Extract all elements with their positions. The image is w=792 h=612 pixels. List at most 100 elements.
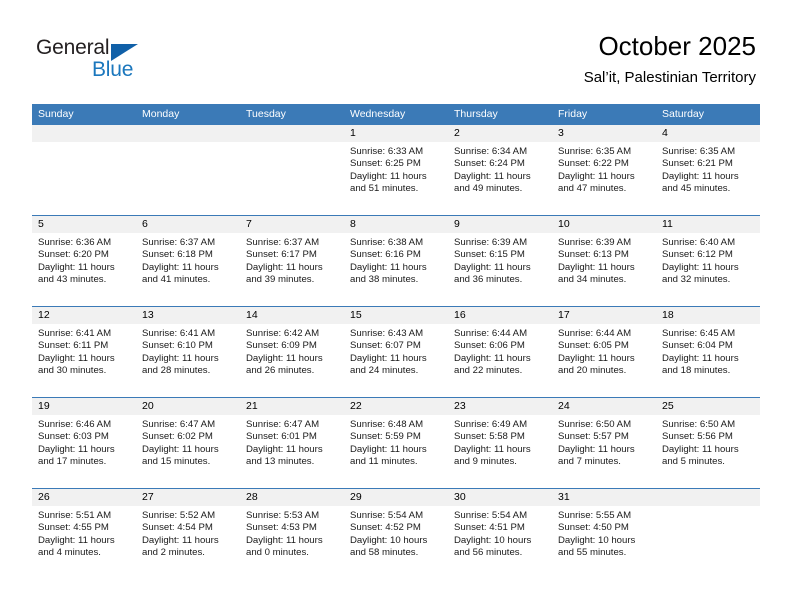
day-number: 13 bbox=[136, 307, 240, 324]
day-cell[interactable]: 11 Sunrise: 6:40 AM Sunset: 6:12 PM Dayligh… bbox=[656, 216, 760, 306]
day-detail-line: Sunset: 4:53 PM bbox=[246, 522, 317, 534]
day-detail-line: and 9 minutes. bbox=[454, 455, 517, 467]
day-detail-line: Sunset: 6:17 PM bbox=[246, 249, 317, 261]
day-detail-line: Sunset: 5:59 PM bbox=[350, 431, 421, 443]
day-cell[interactable]: 14 Sunrise: 6:42 AM Sunset: 6:09 PM Dayligh… bbox=[240, 307, 344, 397]
week-row: 19 Sunrise: 6:46 AM Sunset: 6:03 PM Dayligh… bbox=[32, 397, 760, 488]
day-detail-line: and 34 minutes. bbox=[558, 273, 627, 285]
day-number: 28 bbox=[240, 489, 344, 506]
day-details: Sunrise: 5:54 AM Sunset: 4:51 PM Daylight:… bbox=[448, 506, 552, 559]
day-detail-line: Sunset: 6:18 PM bbox=[142, 249, 213, 261]
day-details bbox=[32, 142, 136, 146]
day-detail-line: Daylight: 11 hours bbox=[142, 443, 219, 455]
day-detail-line: and 55 minutes. bbox=[558, 546, 627, 558]
day-detail-line: Daylight: 11 hours bbox=[558, 170, 635, 182]
day-detail-line: Daylight: 11 hours bbox=[246, 261, 323, 273]
day-detail-line: Daylight: 11 hours bbox=[558, 352, 635, 364]
day-number bbox=[32, 125, 136, 142]
day-number: 21 bbox=[240, 398, 344, 415]
day-cell[interactable]: 26 Sunrise: 5:51 AM Sunset: 4:55 PM Dayligh… bbox=[32, 489, 136, 579]
day-detail-line: Daylight: 10 hours bbox=[454, 534, 532, 546]
day-cell[interactable]: 10 Sunrise: 6:39 AM Sunset: 6:13 PM Dayligh… bbox=[552, 216, 656, 306]
week-row: 1 Sunrise: 6:33 AM Sunset: 6:25 PM Daylight… bbox=[32, 125, 760, 215]
day-details bbox=[240, 142, 344, 146]
day-cell[interactable]: 8 Sunrise: 6:38 AM Sunset: 6:16 PM Daylight… bbox=[344, 216, 448, 306]
day-cell[interactable]: 29 Sunrise: 5:54 AM Sunset: 4:52 PM Dayligh… bbox=[344, 489, 448, 579]
day-cell[interactable]: 7 Sunrise: 6:37 AM Sunset: 6:17 PM Daylight… bbox=[240, 216, 344, 306]
day-details: Sunrise: 6:45 AM Sunset: 6:04 PM Daylight:… bbox=[656, 324, 760, 377]
day-number bbox=[656, 489, 760, 506]
day-detail-line: Daylight: 11 hours bbox=[246, 534, 323, 546]
day-detail-line: Daylight: 11 hours bbox=[558, 261, 635, 273]
day-detail-line: and 22 minutes. bbox=[454, 364, 523, 376]
day-detail-line: Sunset: 4:52 PM bbox=[350, 522, 421, 534]
day-cell[interactable]: 13 Sunrise: 6:41 AM Sunset: 6:10 PM Dayligh… bbox=[136, 307, 240, 397]
day-details: Sunrise: 6:39 AM Sunset: 6:15 PM Daylight:… bbox=[448, 233, 552, 286]
day-detail-line: and 36 minutes. bbox=[454, 273, 523, 285]
day-cell[interactable]: 31 Sunrise: 5:55 AM Sunset: 4:50 PM Dayligh… bbox=[552, 489, 656, 579]
day-cell[interactable]: 2 Sunrise: 6:34 AM Sunset: 6:24 PM Daylight… bbox=[448, 125, 552, 215]
day-details: Sunrise: 5:55 AM Sunset: 4:50 PM Daylight:… bbox=[552, 506, 656, 559]
weekday-header-tuesday: Tuesday bbox=[246, 108, 286, 120]
day-number: 11 bbox=[656, 216, 760, 233]
day-cell[interactable]: 3 Sunrise: 6:35 AM Sunset: 6:22 PM Daylight… bbox=[552, 125, 656, 215]
day-cell-empty bbox=[136, 125, 240, 215]
day-detail-line: and 58 minutes. bbox=[350, 546, 419, 558]
day-cell[interactable]: 24 Sunrise: 6:50 AM Sunset: 5:57 PM Dayligh… bbox=[552, 398, 656, 488]
day-detail-line: and 5 minutes. bbox=[662, 455, 725, 467]
day-number: 30 bbox=[448, 489, 552, 506]
day-detail-line: Sunrise: 6:47 AM bbox=[246, 419, 320, 430]
day-detail-line: Daylight: 11 hours bbox=[662, 261, 739, 273]
day-cell[interactable]: 18 Sunrise: 6:45 AM Sunset: 6:04 PM Dayligh… bbox=[656, 307, 760, 397]
day-detail-line: and 0 minutes. bbox=[246, 546, 309, 558]
day-number: 9 bbox=[448, 216, 552, 233]
general-blue-logo[interactable]: General Blue bbox=[36, 36, 246, 90]
weekday-header-sunday: Sunday bbox=[38, 108, 74, 120]
day-cell[interactable]: 12 Sunrise: 6:41 AM Sunset: 6:11 PM Dayligh… bbox=[32, 307, 136, 397]
day-number: 20 bbox=[136, 398, 240, 415]
day-cell[interactable]: 15 Sunrise: 6:43 AM Sunset: 6:07 PM Dayligh… bbox=[344, 307, 448, 397]
day-cell[interactable]: 6 Sunrise: 6:37 AM Sunset: 6:18 PM Daylight… bbox=[136, 216, 240, 306]
day-cell[interactable]: 17 Sunrise: 6:44 AM Sunset: 6:05 PM Dayligh… bbox=[552, 307, 656, 397]
day-cell[interactable]: 21 Sunrise: 6:47 AM Sunset: 6:01 PM Dayligh… bbox=[240, 398, 344, 488]
day-cell[interactable]: 5 Sunrise: 6:36 AM Sunset: 6:20 PM Daylight… bbox=[32, 216, 136, 306]
day-detail-line: Sunrise: 6:48 AM bbox=[350, 419, 424, 430]
day-details: Sunrise: 6:36 AM Sunset: 6:20 PM Daylight:… bbox=[32, 233, 136, 286]
day-details: Sunrise: 6:34 AM Sunset: 6:24 PM Daylight:… bbox=[448, 142, 552, 195]
day-cell[interactable]: 19 Sunrise: 6:46 AM Sunset: 6:03 PM Dayligh… bbox=[32, 398, 136, 488]
day-detail-line: Daylight: 11 hours bbox=[350, 352, 427, 364]
day-cell[interactable]: 20 Sunrise: 6:47 AM Sunset: 6:02 PM Dayligh… bbox=[136, 398, 240, 488]
day-number: 24 bbox=[552, 398, 656, 415]
day-detail-line: Sunset: 6:01 PM bbox=[246, 431, 317, 443]
day-detail-line: Sunrise: 6:38 AM bbox=[350, 237, 424, 248]
day-cell[interactable]: 9 Sunrise: 6:39 AM Sunset: 6:15 PM Daylight… bbox=[448, 216, 552, 306]
day-details: Sunrise: 6:35 AM Sunset: 6:22 PM Daylight:… bbox=[552, 142, 656, 195]
day-cell[interactable]: 4 Sunrise: 6:35 AM Sunset: 6:21 PM Daylight… bbox=[656, 125, 760, 215]
day-details bbox=[656, 506, 760, 510]
day-detail-line: Sunset: 6:03 PM bbox=[38, 431, 109, 443]
day-number: 22 bbox=[344, 398, 448, 415]
day-cell-empty bbox=[240, 125, 344, 215]
day-cell[interactable]: 16 Sunrise: 6:44 AM Sunset: 6:06 PM Dayligh… bbox=[448, 307, 552, 397]
day-cell[interactable]: 23 Sunrise: 6:49 AM Sunset: 5:58 PM Dayligh… bbox=[448, 398, 552, 488]
day-detail-line: Daylight: 11 hours bbox=[38, 534, 115, 546]
day-cell[interactable]: 27 Sunrise: 5:52 AM Sunset: 4:54 PM Dayligh… bbox=[136, 489, 240, 579]
day-cell[interactable]: 1 Sunrise: 6:33 AM Sunset: 6:25 PM Daylight… bbox=[344, 125, 448, 215]
title-block: October 2025 Sal’it, Palestinian Territo… bbox=[584, 30, 756, 88]
day-cell-empty bbox=[32, 125, 136, 215]
day-details bbox=[136, 142, 240, 146]
day-number: 8 bbox=[344, 216, 448, 233]
day-details: Sunrise: 6:42 AM Sunset: 6:09 PM Daylight:… bbox=[240, 324, 344, 377]
week-row: 12 Sunrise: 6:41 AM Sunset: 6:11 PM Dayligh… bbox=[32, 306, 760, 397]
day-detail-line: Sunset: 6:20 PM bbox=[38, 249, 109, 261]
day-cell[interactable]: 25 Sunrise: 6:50 AM Sunset: 5:56 PM Dayligh… bbox=[656, 398, 760, 488]
day-cell[interactable]: 28 Sunrise: 5:53 AM Sunset: 4:53 PM Dayligh… bbox=[240, 489, 344, 579]
day-detail-line: Daylight: 11 hours bbox=[142, 352, 219, 364]
day-cell[interactable]: 22 Sunrise: 6:48 AM Sunset: 5:59 PM Dayligh… bbox=[344, 398, 448, 488]
day-cell[interactable]: 30 Sunrise: 5:54 AM Sunset: 4:51 PM Dayligh… bbox=[448, 489, 552, 579]
day-detail-line: Daylight: 11 hours bbox=[662, 443, 739, 455]
day-detail-line: and 45 minutes. bbox=[662, 182, 731, 194]
day-detail-line: and 17 minutes. bbox=[38, 455, 107, 467]
day-details: Sunrise: 6:43 AM Sunset: 6:07 PM Daylight:… bbox=[344, 324, 448, 377]
day-details: Sunrise: 6:41 AM Sunset: 6:11 PM Daylight:… bbox=[32, 324, 136, 377]
